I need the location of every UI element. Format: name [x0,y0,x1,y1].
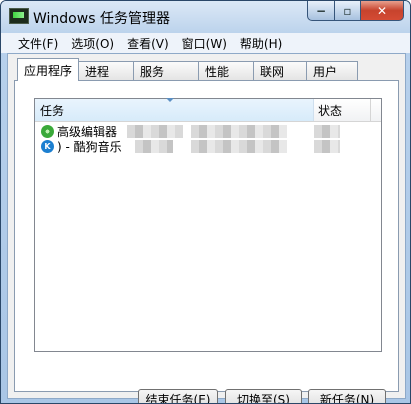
redacted-region [314,140,340,153]
tab-performance[interactable]: 性能 [198,61,255,81]
redacted-region [127,125,183,138]
tab-services[interactable]: 服务 [133,61,200,81]
list-header: 任务 状态 [35,98,381,122]
sort-arrow-icon [166,98,174,102]
dialog-body: 应用程序 进程 服务 性能 联网 用户 任务 状态 高级编辑器 K) - 酷狗… [7,53,406,403]
new-task-button[interactable]: 新任务(N) [308,389,386,403]
tab-users[interactable]: 用户 [306,61,359,81]
close-button[interactable]: ✕ [361,1,404,21]
list-item[interactable]: K ) - 酷狗音乐 [35,139,381,154]
kugou-badge: K [44,142,51,151]
title-bar[interactable]: Windows 任务管理器 − ▫ ✕ [1,1,410,33]
close-icon: ✕ [376,3,388,18]
menu-options[interactable]: 选项(O) [66,35,119,52]
switch-to-button[interactable]: 切换至(S) [225,389,302,403]
end-task-button[interactable]: 结束任务(E) [138,389,218,403]
redacted-region [135,140,173,153]
tab-applications[interactable]: 应用程序 [17,58,80,81]
window-title: Windows 任务管理器 [33,11,170,27]
menu-help[interactable]: 帮助(H) [235,35,287,52]
redacted-region [191,125,287,138]
ie-icon [41,125,54,138]
minimize-button[interactable]: − [307,1,335,21]
menu-file[interactable]: 文件(F) [13,35,63,52]
tab-strip: 应用程序 进程 服务 性能 联网 用户 [17,58,359,81]
tab-networking[interactable]: 联网 [253,61,308,81]
column-status-label: 状态 [318,103,343,118]
menu-view[interactable]: 查看(V) [122,35,174,52]
column-task-label: 任务 [40,103,65,118]
minimize-icon: − [315,3,327,18]
task-name: ) - 酷狗音乐 [57,140,122,154]
maximize-button[interactable]: ▫ [335,1,361,21]
redacted-region [191,140,287,153]
applications-panel: 任务 状态 高级编辑器 K ) - 酷狗音乐 结束任务(E) 切换至(S) 新任… [14,80,399,403]
caption-buttons: − ▫ ✕ [307,1,404,21]
redacted-region [314,125,340,138]
tab-processes[interactable]: 进程 [78,61,135,81]
list-item[interactable]: 高级编辑器 [35,124,381,139]
task-list[interactable]: 任务 状态 高级编辑器 K ) - 酷狗音乐 [34,98,382,352]
column-task[interactable]: 任务 [35,98,314,121]
maximize-icon: ▫ [343,3,352,18]
task-manager-window: Windows 任务管理器 − ▫ ✕ 文件(F) 选项(O) 查看(V) 窗口… [0,0,411,404]
menu-bar: 文件(F) 选项(O) 查看(V) 窗口(W) 帮助(H) [1,33,410,53]
menu-window[interactable]: 窗口(W) [177,35,232,52]
task-manager-icon [9,8,29,24]
column-status[interactable]: 状态 [314,99,371,121]
kugou-icon: K [41,140,54,153]
